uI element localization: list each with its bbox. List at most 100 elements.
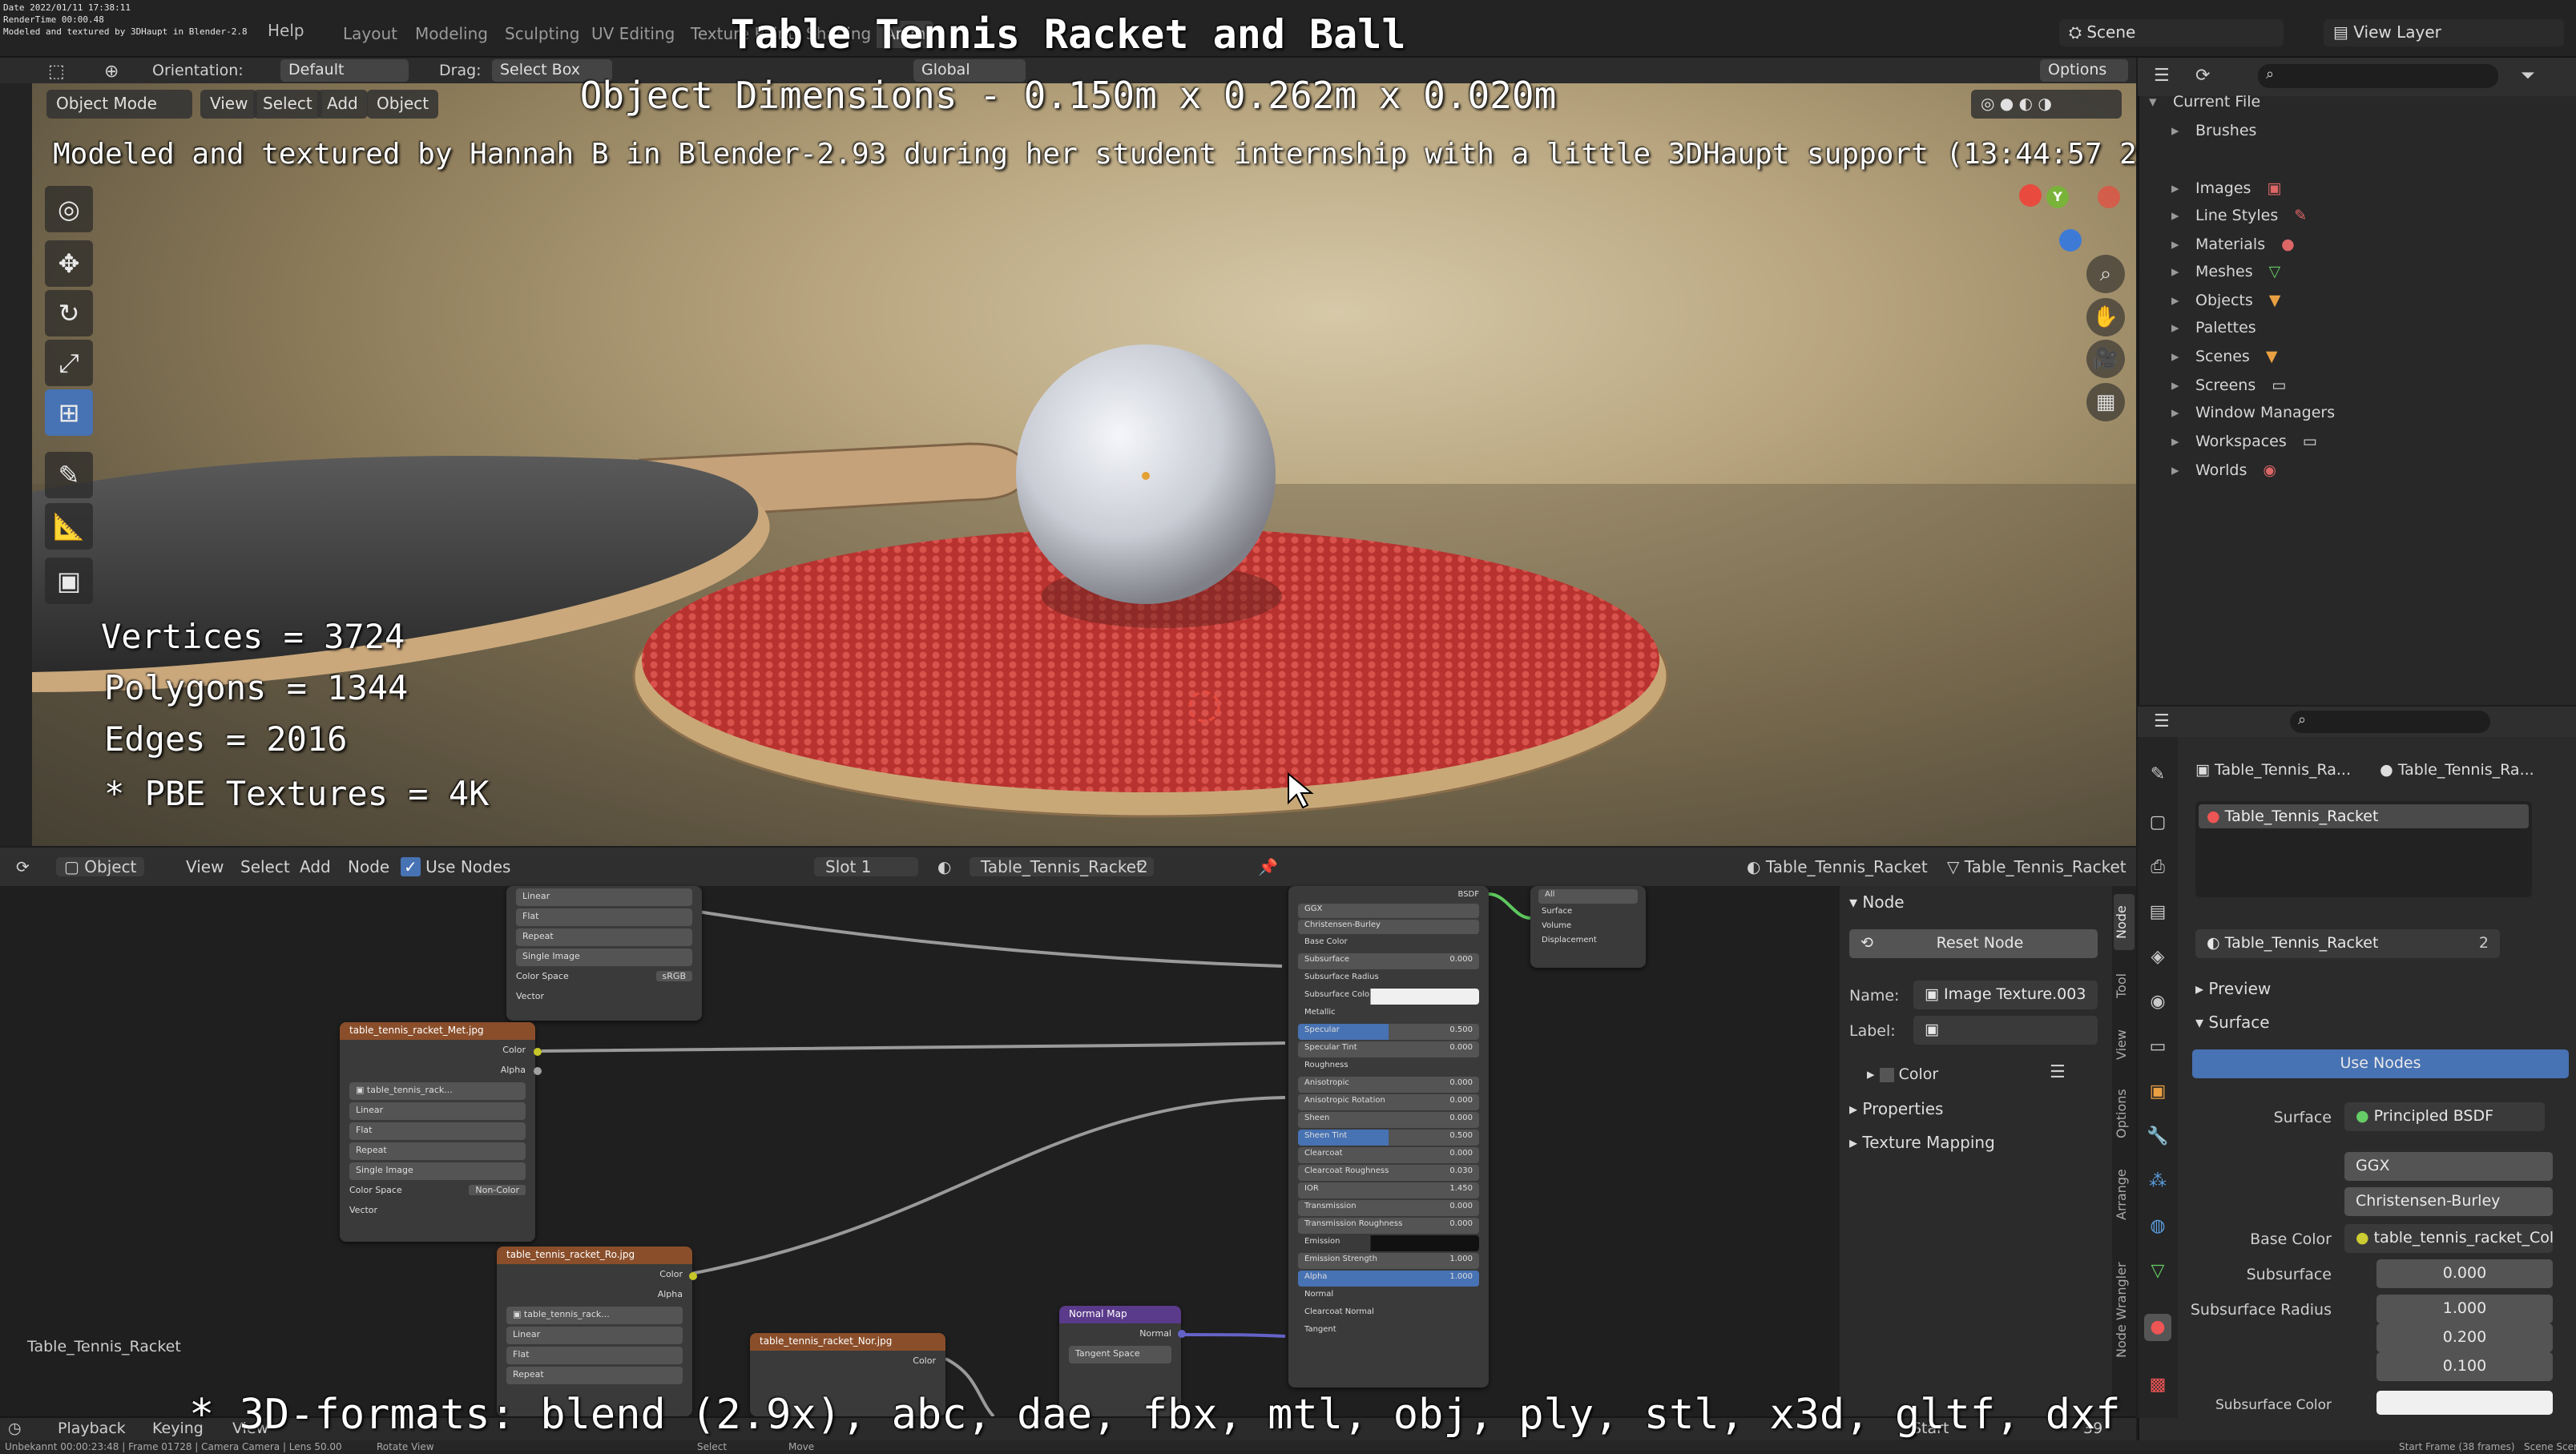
editor-type-icon[interactable]: ◷ [8,1420,22,1437]
bsdf-input-row[interactable]: Alpha 1.000 [1298,1271,1479,1287]
editor-type-icon[interactable]: ☰ [2154,711,2170,731]
collapse-arrow-icon[interactable]: ▸ [2171,348,2195,365]
subsurface-method-dropdown[interactable]: Christensen-Burley [1298,920,1479,934]
camera-view-icon[interactable]: 🎥 [2086,340,2125,378]
image-texture-node-top[interactable]: Linear Flat Repeat Single Image Color Sp… [506,886,702,1021]
outliner-item-worlds[interactable]: ▸ Worlds ◉ [2149,461,2287,489]
shader-material-field[interactable]: Table_Tennis_Racket [970,857,1154,876]
bsdf-input-row[interactable]: Roughness [1298,1059,1479,1075]
bsdf-input-row[interactable]: Subsurface Radius [1298,971,1479,987]
reset-node-button[interactable]: ⟲ Reset Node [1849,929,2098,958]
bsdf-input-row[interactable]: Anisotropic Rotation 0.000 [1298,1094,1479,1110]
render-tab-icon[interactable]: ▢ [2144,809,2171,836]
shader-menu-view[interactable]: View [186,857,224,876]
world-tab-icon[interactable]: ◉ [2144,989,2171,1016]
bsdf-input-row[interactable]: Emission [1298,1235,1479,1251]
source-dropdown[interactable]: Single Image [516,949,692,966]
display-mode-icon[interactable]: ⟳ [2195,66,2210,86]
shader-menu-add[interactable]: Add [300,857,331,876]
collapse-arrow-icon[interactable]: ▸ [2171,236,2195,253]
material-selector[interactable]: ◐ Table_Tennis_Racket 2 [2195,929,2500,958]
collapse-arrow-icon[interactable]: ▸ [2171,179,2195,197]
subsurface-field[interactable]: 0.000 [2376,1259,2553,1288]
measure-tool-icon[interactable]: 📐 [45,503,93,550]
sidebar-tab-view[interactable]: View [2114,1021,2135,1069]
output-target-dropdown[interactable]: All [1538,889,1638,904]
3d-viewport[interactable] [32,83,2136,846]
color-output-socket[interactable] [534,1048,542,1056]
base-color-field[interactable]: ● table_tennis_racket_Col.j... [2344,1224,2553,1253]
outliner-item-line-styles[interactable]: ▸ Line Styles ✎ [2149,207,2318,234]
subsurface-method-dropdown[interactable]: Christensen-Burley [2344,1187,2553,1216]
collection-tab-icon[interactable]: ▭ [2144,1033,2171,1061]
collapse-arrow-icon[interactable]: ▸ [2171,122,2195,139]
add-cube-tool-icon[interactable]: ▣ [45,558,93,604]
transform-tool-icon[interactable]: ⊞ [45,389,93,436]
bsdf-input-row[interactable]: Tangent [1298,1323,1479,1339]
projection-dropdown[interactable]: Flat [349,1122,526,1140]
object-tab-icon[interactable]: ▣ [2144,1078,2171,1106]
subsurface-radius-z[interactable]: 0.100 [2376,1352,2553,1381]
outliner-root[interactable]: ▾ Current File [2149,93,2260,120]
outliner-item-images[interactable]: ▸ Images ▣ [2149,179,2291,207]
physics-tab-icon[interactable]: ◍ [2144,1213,2171,1240]
filter-icon[interactable]: ⏷ [2521,66,2535,86]
properties-search-input[interactable]: ⌕ [2290,711,2490,733]
bsdf-input-row[interactable]: Transmission 0.000 [1298,1200,1479,1216]
shader-menu-node[interactable]: Node [348,857,389,876]
bsdf-input-row[interactable]: Subsurface 0.000 [1298,953,1479,969]
bsdf-input-row[interactable]: Clearcoat Roughness 0.030 [1298,1165,1479,1181]
shader-breadcrumb-material[interactable]: ▽ Table_Tennis_Racket [1947,857,2127,876]
material-tab-icon[interactable]: ● [2144,1314,2171,1341]
sidebar-tab-node-wrangler[interactable]: Node Wrangler [2114,1250,2135,1370]
playback-menu[interactable]: Playback [58,1420,126,1437]
extension-dropdown[interactable]: Repeat [349,1142,526,1160]
bsdf-input-row[interactable]: Clearcoat Normal [1298,1306,1479,1322]
gizmo-y-axis[interactable]: Y [2046,186,2069,208]
principled-bsdf-node[interactable]: BSDF GGX Christensen-Burley Base Color Su… [1288,886,1489,1388]
collapse-arrow-icon[interactable]: ▸ [2171,319,2195,336]
sidebar-tab-node[interactable]: Node [2114,894,2135,950]
material-browse-icon[interactable]: ◐ [937,857,951,876]
bsdf-input-row[interactable]: Sheen Tint 0.500 [1298,1130,1479,1146]
zoom-icon[interactable]: ⌕ [2086,255,2125,293]
node-color-toggle[interactable]: ▸ Color [1867,1065,1938,1083]
collapse-arrow-icon[interactable]: ▸ [2171,263,2195,280]
shader-type-dropdown[interactable]: ▢ Object [56,857,145,876]
outliner-item-brushes[interactable]: ▸ Brushes [2149,122,2256,149]
move-tool-icon[interactable]: ✥ [45,240,93,287]
grid-view-icon[interactable]: ▦ [2086,383,2125,421]
collapse-arrow-icon[interactable]: ▸ [2171,292,2195,309]
bsdf-input-row[interactable]: Sheen 0.000 [1298,1112,1479,1128]
view-layer-tab-icon[interactable]: ▤ [2144,899,2171,926]
outliner-item-meshes[interactable]: ▸ Meshes ▽ [2149,263,2293,290]
gizmo-neg-x-icon[interactable] [2098,186,2120,208]
interpolation-dropdown[interactable]: Linear [506,1327,683,1344]
pan-hand-icon[interactable]: ✋ [2086,298,2125,336]
bsdf-input-row[interactable]: Clearcoat 0.000 [1298,1147,1479,1163]
bsdf-input-row[interactable]: Transmission Roughness 0.000 [1298,1218,1479,1234]
list-icon[interactable]: ☰ [2050,1062,2066,1082]
sidebar-tab-options[interactable]: Options [2114,1081,2135,1146]
expand-arrow-icon[interactable]: ▾ [2149,93,2173,111]
gizmo-x-icon[interactable] [2019,184,2042,207]
annotate-tool-icon[interactable]: ✎ [45,452,93,498]
shader-menu-select[interactable]: Select [240,857,290,876]
outliner-search-input[interactable]: ⌕ [2258,64,2498,88]
surface-panel-header[interactable]: ▾ Surface [2195,1013,2270,1032]
bsdf-input-row[interactable]: Subsurface Colo [1298,989,1479,1005]
distribution-dropdown[interactable]: GGX [2344,1152,2553,1181]
image-file-field[interactable]: ▣ table_tennis_rack... [349,1082,526,1100]
scale-tool-icon[interactable]: ⤢ [45,340,93,386]
collapse-arrow-icon[interactable]: ▸ [2171,404,2195,421]
outliner-item-materials[interactable]: ▸ Materials ● [2149,236,2305,263]
collapse-arrow-icon[interactable]: ▸ [2171,461,2195,479]
properties-panel-header[interactable]: ▸ Properties [1849,1099,1943,1118]
preview-panel-header[interactable]: ▸ Preview [2195,979,2271,998]
editor-type-icon[interactable]: ☰ [2154,66,2170,86]
normal-space-dropdown[interactable]: Tangent Space [1069,1346,1171,1363]
subsurface-radius-y[interactable]: 0.200 [2376,1323,2553,1352]
projection-dropdown[interactable]: Flat [516,908,692,926]
pin-icon[interactable]: 📌 [1258,857,1278,876]
use-nodes-button[interactable]: Use Nodes [2192,1049,2569,1078]
